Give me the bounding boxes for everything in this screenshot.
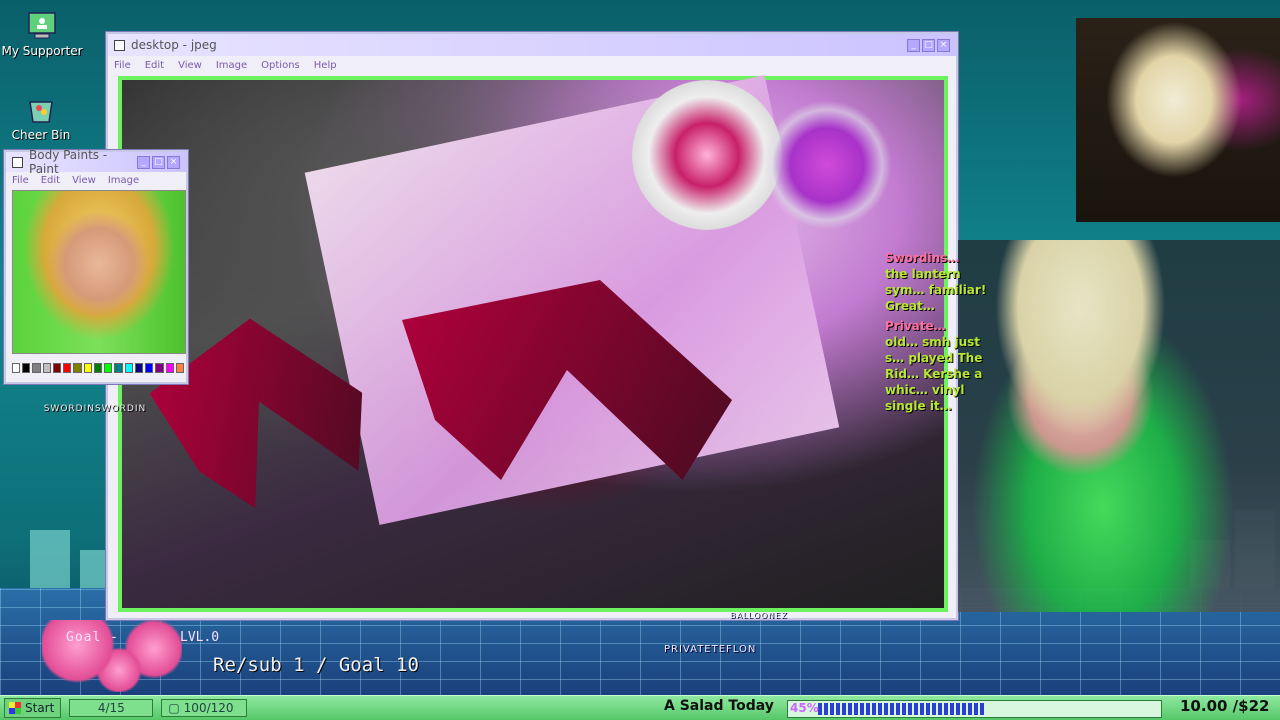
desktop-icon-label: Cheer Bin xyxy=(11,128,71,142)
donor-name-top: BALLOONEZ xyxy=(730,611,788,620)
color-palette[interactable] xyxy=(12,358,184,378)
palette-swatch[interactable] xyxy=(12,363,21,373)
portrait-image xyxy=(12,190,186,354)
image-viewer-window[interactable]: desktop - jpeg _ □ × File Edit View Imag… xyxy=(106,32,958,620)
paint-title: Body Paints - Paint xyxy=(29,148,108,176)
menu-bar: File Edit View Image Options Help xyxy=(108,56,956,74)
goal-title: A Salad Today xyxy=(664,698,774,714)
water-cup xyxy=(762,100,892,230)
maximize-button[interactable]: □ xyxy=(922,38,935,52)
camera-image xyxy=(118,75,948,612)
minimize-button[interactable]: _ xyxy=(907,38,920,52)
palette-swatch[interactable] xyxy=(124,363,133,373)
palette-swatch[interactable] xyxy=(83,363,92,373)
paint-menu-image[interactable]: Image xyxy=(108,175,139,186)
chat-message: Swordins… the lantern sym… familiar! Gre… xyxy=(885,250,995,314)
palette-swatch[interactable] xyxy=(114,363,123,373)
chat-text: the lantern sym… familiar! Great… xyxy=(885,267,987,313)
palette-swatch[interactable] xyxy=(155,363,164,373)
windows-logo-icon xyxy=(9,702,21,714)
start-button[interactable]: Start xyxy=(4,698,62,718)
hp-value: 100/120 xyxy=(183,701,234,715)
palette-swatch[interactable] xyxy=(134,363,144,373)
palette-swatch[interactable] xyxy=(145,363,154,373)
paint-minimize-button[interactable]: _ xyxy=(137,155,150,169)
counter-value: 4/15 xyxy=(97,701,125,715)
chat-bubble-icon: ▢ xyxy=(168,701,180,715)
donor-name: PRIVATETEFLON xyxy=(664,644,757,655)
palette-swatch[interactable] xyxy=(165,363,174,373)
menu-image[interactable]: Image xyxy=(216,60,247,71)
webcam-top xyxy=(1076,18,1280,222)
palette-swatch[interactable] xyxy=(63,363,72,373)
menu-options[interactable]: Options xyxy=(261,60,300,71)
palette-swatch[interactable] xyxy=(42,363,51,373)
paint-close-button[interactable]: × xyxy=(167,155,180,169)
goal-level: LVL.0 xyxy=(180,630,220,645)
close-button[interactable]: × xyxy=(937,38,950,52)
menu-view[interactable]: View xyxy=(178,60,202,71)
palette-swatch[interactable] xyxy=(22,363,31,373)
menu-edit[interactable]: Edit xyxy=(145,60,164,71)
paint-window-icon xyxy=(12,156,23,168)
artist-name: SWORDINSWORDIN xyxy=(43,404,147,414)
counter-field: 4/15 xyxy=(69,699,154,717)
menu-help[interactable]: Help xyxy=(314,60,337,71)
chat-overlay: Swordins… the lantern sym… familiar! Gre… xyxy=(885,250,995,414)
palette-swatch[interactable] xyxy=(175,363,184,373)
paint-menu-view[interactable]: View xyxy=(72,175,96,186)
chat-text: old… smh just s… played The Rid… Kershe … xyxy=(885,335,983,413)
paint-palette xyxy=(632,80,782,230)
goal-progress-percent: 45% xyxy=(790,701,819,715)
bin-icon xyxy=(26,96,56,124)
paint-window[interactable]: Body Paints - Paint _ □ × File Edit View… xyxy=(4,148,188,384)
palette-swatch[interactable] xyxy=(73,363,82,373)
chat-username: Private… xyxy=(885,319,946,333)
desktop-icon-cheer-bin[interactable]: Cheer Bin xyxy=(0,96,86,142)
chat-username: Swordins… xyxy=(885,251,960,265)
palette-swatch[interactable] xyxy=(52,363,62,373)
paint-menu-edit[interactable]: Edit xyxy=(41,175,60,186)
palette-swatch[interactable] xyxy=(93,363,103,373)
goal-progress-bar: 45% xyxy=(787,700,1162,718)
desktop-icon-my-supporter[interactable]: My Supporter xyxy=(0,12,87,58)
start-label: Start xyxy=(25,701,55,715)
goal-progress-fill xyxy=(818,703,986,715)
window-titlebar[interactable]: desktop - jpeg _ □ × xyxy=(108,34,956,56)
goal-text: Re/sub 1 / Goal 10 xyxy=(213,654,419,676)
menu-file[interactable]: File xyxy=(114,60,131,71)
webcam-feed xyxy=(958,240,1280,612)
window-icon xyxy=(114,39,125,51)
window-title: desktop - jpeg xyxy=(131,38,217,52)
paint-menu-file[interactable]: File xyxy=(12,175,29,186)
chat-message: Private… old… smh just s… played The Rid… xyxy=(885,318,995,414)
goal-amount: 10.00 /$22 xyxy=(1180,697,1270,715)
hp-field: ▢ 100/120 xyxy=(161,699,248,717)
paint-maximize-button[interactable]: □ xyxy=(152,155,165,169)
goal-label: Goal - xyxy=(66,630,119,645)
paint-titlebar[interactable]: Body Paints - Paint _ □ × xyxy=(6,148,186,176)
palette-swatch[interactable] xyxy=(32,363,41,373)
computer-icon xyxy=(27,12,57,40)
desktop-icon-label: My Supporter xyxy=(1,44,83,58)
palette-swatch[interactable] xyxy=(104,363,113,373)
